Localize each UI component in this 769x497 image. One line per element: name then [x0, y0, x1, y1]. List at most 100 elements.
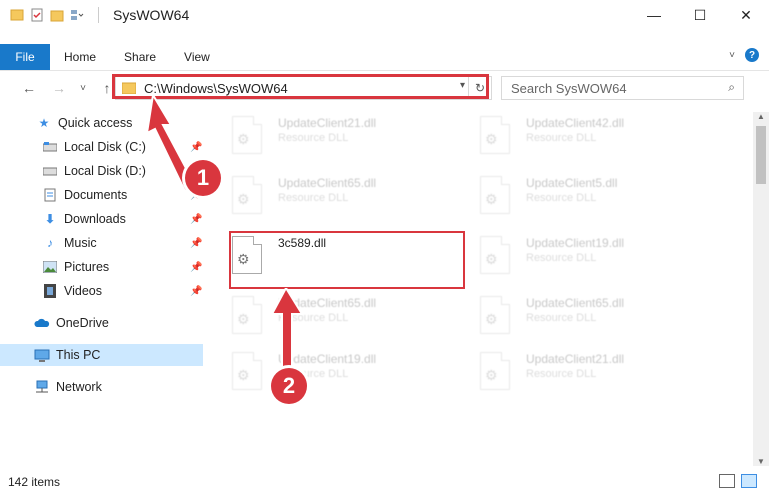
status-bar: 142 items — [0, 466, 769, 497]
file-type: Resource DLL — [278, 132, 349, 144]
sidebar-item-pictures[interactable]: Pictures 📌 — [0, 256, 203, 278]
dll-file-icon: ⚙ — [232, 176, 264, 214]
music-icon: ♪ — [47, 236, 53, 250]
sidebar-item-label: Local Disk (C:) — [64, 140, 146, 154]
close-button[interactable]: ✕ — [723, 0, 769, 30]
forward-button[interactable]: → — [48, 77, 70, 99]
file-item[interactable]: ⚙ UpdateClient65.dll Resource DLL — [458, 292, 698, 344]
item-count: 142 items — [8, 474, 61, 489]
new-folder-icon[interactable] — [50, 8, 64, 22]
tab-view[interactable]: View — [170, 50, 224, 64]
sidebar-item-downloads[interactable]: ⬇ Downloads 📌 — [0, 208, 203, 230]
sidebar-item-label: Local Disk (D:) — [64, 164, 146, 178]
file-item[interactable]: ⚙ UpdateClient65.dll Resource DLL — [210, 172, 450, 224]
file-item[interactable]: ⚙ UpdateClient5.dll Resource DLL — [458, 172, 698, 224]
pin-icon[interactable]: 📌 — [190, 286, 202, 297]
tab-share[interactable]: Share — [110, 50, 170, 64]
dll-file-icon: ⚙ — [480, 236, 512, 274]
drive-icon — [42, 139, 58, 155]
ribbon-right-controls: ˅ ? — [729, 48, 759, 62]
pin-icon[interactable]: 📌 — [190, 238, 202, 249]
sidebar-item-network[interactable]: Network — [0, 376, 203, 398]
sidebar-item-music[interactable]: ♪ Music 📌 — [0, 232, 203, 254]
tab-home[interactable]: Home — [50, 50, 110, 64]
file-type: Resource DLL — [526, 192, 597, 204]
file-item[interactable]: ⚙ UpdateClient42.dll Resource DLL — [458, 112, 698, 164]
tab-file[interactable]: File — [0, 44, 50, 70]
star-icon: ★ — [38, 116, 50, 130]
file-item[interactable]: ⚙ UpdateClient19.dll Resource DLL — [210, 348, 450, 400]
title-separator — [98, 7, 99, 23]
file-type: Resource DLL — [526, 132, 597, 144]
maximize-button[interactable]: ☐ — [677, 0, 723, 30]
ribbon-tabs: File Home Share View ˅ ? — [0, 44, 769, 71]
sidebar-item-label: Network — [56, 380, 102, 394]
dll-file-icon: ⚙ — [232, 296, 264, 334]
pictures-icon — [42, 259, 58, 275]
large-icons-view-icon[interactable] — [741, 474, 757, 488]
dll-file-icon: ⚙ — [480, 352, 512, 390]
search-icon[interactable]: ⌕ — [728, 80, 735, 95]
file-name: UpdateClient65.dll — [526, 296, 625, 310]
expand-ribbon-icon[interactable]: ˅ — [729, 50, 735, 61]
file-type: Resource DLL — [526, 252, 597, 264]
file-item[interactable]: ⚙ UpdateClient19.dll Resource DLL — [458, 232, 698, 284]
dll-file-icon: ⚙ — [480, 116, 512, 154]
properties-icon[interactable] — [30, 8, 44, 22]
arrow-to-dll-file — [270, 288, 304, 369]
step-1-badge: 1 — [185, 160, 221, 196]
help-icon[interactable]: ? — [745, 48, 759, 62]
pin-icon[interactable]: 📌 — [190, 214, 202, 225]
navigation-bar: ← → ˅ ↑ C:\Windows\SysWOW64 ▾ ↻ Search S… — [0, 74, 769, 102]
dll-file-icon: ⚙ — [232, 352, 264, 390]
file-item[interactable]: ⚙ UpdateClient21.dll Resource DLL — [458, 348, 698, 400]
file-name: UpdateClient42.dll — [526, 116, 625, 130]
dll-file-icon: ⚙ — [480, 176, 512, 214]
details-view-icon[interactable] — [719, 474, 735, 488]
folder-icon[interactable] — [10, 8, 24, 22]
file-item[interactable]: ⚙ UpdateClient21.dll Resource DLL — [210, 112, 450, 164]
file-type: Resource DLL — [526, 368, 597, 380]
quick-access-toolbar: SysWOW64 — [0, 0, 189, 30]
pin-icon[interactable]: 📌 — [190, 262, 202, 273]
file-name: UpdateClient65.dll — [278, 176, 377, 190]
documents-icon — [42, 187, 58, 203]
dll-file-icon: ⚙ — [480, 296, 512, 334]
computer-icon — [34, 347, 50, 363]
scroll-up-icon[interactable]: ▲ — [757, 112, 765, 121]
minimize-button[interactable]: — — [631, 0, 677, 30]
window-title: SysWOW64 — [113, 7, 190, 23]
recent-locations-button[interactable]: ˅ — [72, 77, 94, 99]
back-button[interactable]: ← — [18, 77, 40, 99]
sidebar-item-label: Pictures — [64, 260, 110, 274]
sidebar-item-label: Videos — [64, 284, 102, 298]
search-input[interactable]: Search SysWOW64 ⌕ — [501, 76, 744, 100]
vertical-scrollbar[interactable]: ▲ ▼ — [753, 112, 769, 466]
sidebar-item-label: This PC — [56, 348, 101, 362]
sidebar-item-label: Downloads — [64, 212, 126, 226]
sidebar-item-label: Quick access — [58, 116, 133, 130]
file-type: Resource DLL — [526, 312, 597, 324]
dll-file-icon: ⚙ — [232, 116, 264, 154]
explorer-window: SysWOW64 — ☐ ✕ File Home Share View ˅ ? … — [0, 0, 769, 497]
file-type: Resource DLL — [278, 192, 349, 204]
view-toggle-group — [719, 474, 757, 488]
drive-icon — [42, 163, 58, 179]
step-2-badge: 2 — [271, 368, 307, 404]
window-controls: — ☐ ✕ — [631, 0, 769, 30]
customize-toolbar-icon[interactable] — [70, 8, 84, 22]
scrollbar-thumb[interactable] — [756, 126, 766, 184]
file-item[interactable]: ⚙ UpdateClient65.dll Resource DLL — [210, 292, 450, 344]
sidebar-item-onedrive[interactable]: OneDrive — [0, 312, 203, 334]
search-placeholder: Search SysWOW64 — [511, 80, 627, 96]
sidebar-item-label: Music — [64, 236, 97, 250]
scroll-down-icon[interactable]: ▼ — [757, 457, 765, 466]
file-name: UpdateClient21.dll — [526, 352, 625, 366]
sidebar-item-videos[interactable]: Videos 📌 — [0, 280, 203, 302]
network-icon — [34, 379, 50, 395]
sidebar-item-this-pc[interactable]: This PC — [0, 344, 203, 366]
file-name: UpdateClient5.dll — [526, 176, 618, 190]
title-bar: SysWOW64 — ☐ ✕ — [0, 0, 769, 30]
download-icon: ⬇ — [44, 212, 56, 226]
file-highlight-box — [229, 231, 465, 289]
